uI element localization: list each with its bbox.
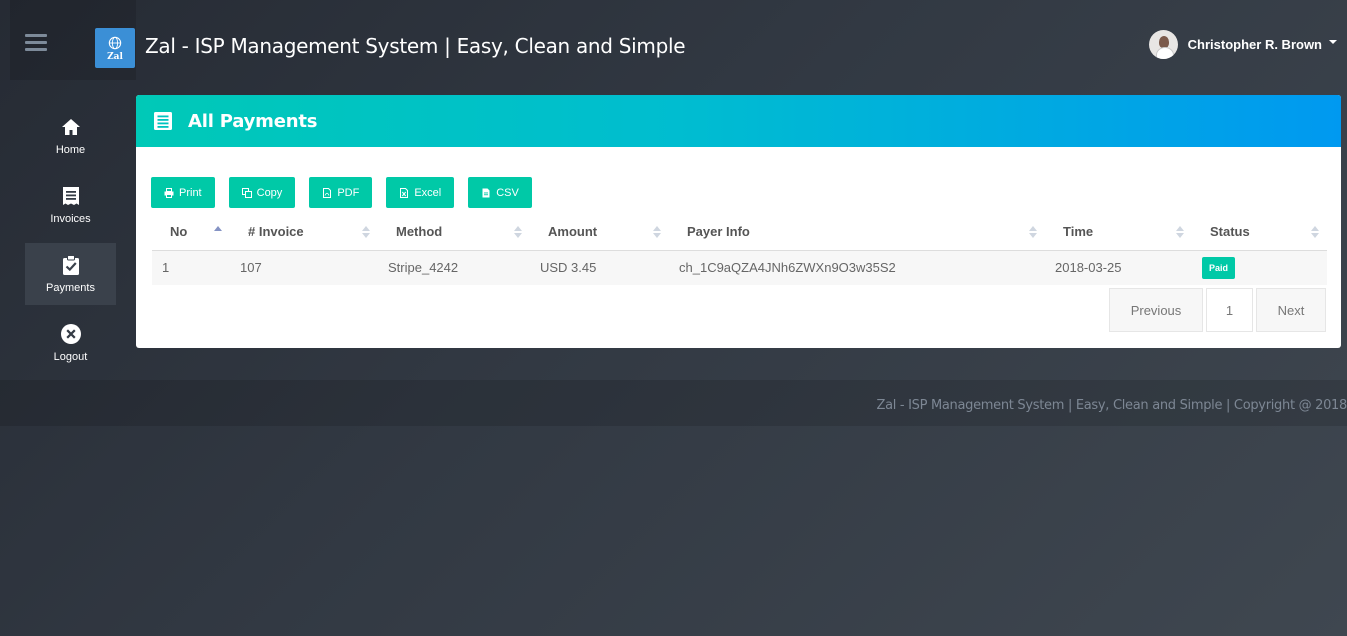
print-label: Print [179,186,202,199]
copy-label: Copy [256,186,283,199]
export-toolbar: Print Copy PDF Excel CSV [151,177,546,208]
invoice-icon [62,187,79,205]
pagination-previous[interactable]: Previous [1109,288,1203,332]
status-badge: Paid [1202,256,1236,279]
user-menu[interactable]: Christopher R. Brown [1148,30,1337,59]
menu-toggle-icon[interactable] [25,34,47,52]
payments-card: All Payments Print Copy PDF Excel CSV No… [136,95,1341,348]
cell-no: 1 [152,250,230,285]
sort-icon [1176,226,1184,238]
table-row: 1 107 Stripe_4242 USD 3.45 ch_1C9aQZA4JN… [152,250,1327,285]
pagination-next[interactable]: Next [1256,288,1326,332]
footer-text: Zal - ISP Management System | Easy, Clea… [876,398,1347,413]
column-header-method[interactable]: Method [378,213,530,251]
sidebar-item-label: Home [55,144,86,156]
column-header-label: Payer Info [687,223,750,239]
sort-asc-icon [214,226,222,238]
excel-label: Excel [414,186,442,199]
column-header-label: Status [1210,223,1250,239]
sidebar-item-logout[interactable]: Logout [25,312,116,374]
sort-icon [1311,226,1319,238]
sidebar-item-label: Invoices [50,213,91,225]
column-header-label: No [170,223,188,239]
csv-button[interactable]: CSV [468,177,532,208]
pdf-label: PDF [337,186,360,199]
cell-status: Paid [1192,250,1327,285]
file-pdf-icon [323,187,332,198]
copy-icon [241,187,252,198]
column-header-status[interactable]: Status [1192,213,1327,251]
csv-label: CSV [496,186,519,199]
payments-table: No # Invoice Method Amount Payer Info Ti… [152,213,1327,285]
print-icon [164,187,174,198]
column-header-label: Method [396,223,443,239]
sidebar: Home Invoices Payments Logout [25,105,116,381]
table-header-row: No # Invoice Method Amount Payer Info Ti… [152,213,1327,251]
sidebar-item-label: Payments [46,282,95,294]
receipt-icon [154,112,172,130]
copy-button[interactable]: Copy [228,177,296,208]
app-logo[interactable]: Zal [95,28,135,68]
app-title: Zal - ISP Management System | Easy, Clea… [145,34,686,58]
cell-amount: USD 3.45 [530,250,669,285]
column-header-amount[interactable]: Amount [530,213,669,251]
cell-method: Stripe_4242 [378,250,530,285]
sidebar-item-payments[interactable]: Payments [25,243,116,305]
column-header-no[interactable]: No [152,213,230,251]
caret-down-icon[interactable] [1329,39,1337,44]
close-circle-icon [60,324,81,344]
column-header-invoice[interactable]: # Invoice [230,213,378,251]
logo-text: Zal [107,52,123,62]
pagination-page-1[interactable]: 1 [1206,288,1253,332]
home-icon [61,119,80,135]
file-csv-icon [482,188,490,197]
cell-time: 2018-03-25 [1045,250,1192,285]
cell-payer-info: ch_1C9aQZA4JNh6ZWXn9O3w35S2 [669,250,1045,285]
cell-invoice: 107 [230,250,378,285]
pagination: Previous 1 Next [1106,288,1326,332]
excel-button[interactable]: Excel [386,177,455,208]
file-excel-icon [400,187,409,198]
sort-icon [653,226,661,238]
sort-icon [514,226,522,238]
globe-icon [108,36,122,50]
sort-icon [362,226,370,238]
column-header-payer-info[interactable]: Payer Info [669,213,1045,251]
pdf-button[interactable]: PDF [309,177,373,208]
column-header-label: Amount [548,223,598,239]
avatar[interactable] [1148,30,1178,59]
page-title: All Payments [188,110,318,132]
column-header-label: # Invoice [248,223,304,239]
print-button[interactable]: Print [151,177,215,208]
sidebar-item-label: Logout [53,351,88,363]
sidebar-item-home[interactable]: Home [25,105,116,167]
clipboard-check-icon [62,255,79,275]
column-header-time[interactable]: Time [1045,213,1192,251]
column-header-label: Time [1063,223,1094,239]
user-name[interactable]: Christopher R. Brown [1188,37,1322,52]
sidebar-item-invoices[interactable]: Invoices [25,174,116,236]
card-header: All Payments [136,95,1341,147]
sort-icon [1029,226,1037,238]
